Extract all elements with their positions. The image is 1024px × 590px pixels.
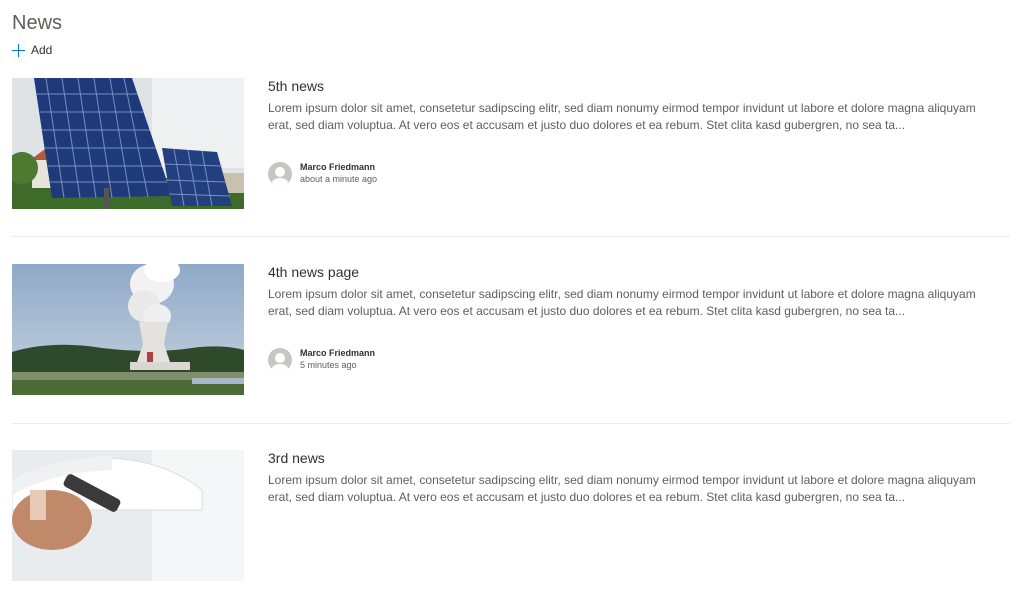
add-label: Add: [31, 43, 53, 57]
avatar-icon: [268, 348, 292, 372]
news-title[interactable]: 3rd news: [268, 450, 325, 466]
news-title[interactable]: 4th news page: [268, 264, 359, 280]
news-item: 3rd news Lorem ipsum dolor sit amet, con…: [12, 450, 1010, 590]
author-name[interactable]: Marco Friedmann: [300, 348, 375, 359]
divider: [12, 423, 1010, 424]
avatar-icon: [268, 162, 292, 186]
author-name[interactable]: Marco Friedmann: [300, 162, 377, 173]
post-time: 5 minutes ago: [300, 360, 357, 370]
news-title[interactable]: 5th news: [268, 78, 324, 94]
news-item: 5th news Lorem ipsum dolor sit amet, con…: [12, 78, 1010, 218]
news-thumbnail-cooling-tower[interactable]: [12, 264, 244, 395]
news-description: Lorem ipsum dolor sit amet, consetetur s…: [268, 101, 976, 132]
author-info: Marco Friedmann 5 minutes ago: [268, 348, 375, 372]
news-item: 4th news page Lorem ipsum dolor sit amet…: [12, 264, 1010, 404]
plus-icon: [12, 43, 25, 57]
news-thumbnail-solar-panels[interactable]: [12, 78, 244, 209]
post-time: about a minute ago: [300, 174, 378, 184]
add-news-button[interactable]: Add: [12, 43, 52, 57]
author-info: Marco Friedmann about a minute ago: [268, 162, 377, 186]
divider: [12, 236, 1010, 237]
section-title: News: [12, 12, 63, 34]
news-description: Lorem ipsum dolor sit amet, consetetur s…: [268, 287, 976, 318]
news-description: Lorem ipsum dolor sit amet, consetetur s…: [268, 473, 976, 504]
news-thumbnail-worker-helmet[interactable]: [12, 450, 244, 581]
